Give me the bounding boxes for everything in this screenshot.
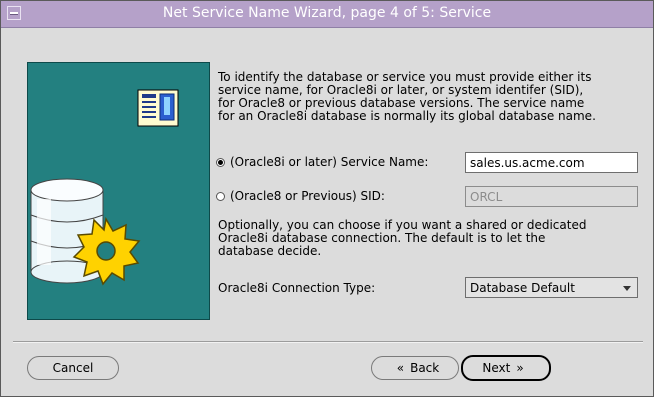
titlebar: Net Service Name Wizard, page 4 of 5: Se… [1, 1, 653, 28]
service-description: To identify the database or service you … [218, 70, 596, 123]
cancel-label: Cancel [52, 361, 94, 375]
sid-option[interactable]: (Oracle8 or Previous) SID: [216, 186, 385, 206]
connection-description: Optionally, you can choose if you want a… [218, 218, 587, 258]
sid-label: (Oracle8 or Previous) SID: [230, 189, 385, 203]
connection-type-select[interactable]: Database Default [465, 277, 638, 298]
separator [13, 341, 643, 343]
service-name-label: (Oracle8i or later) Service Name: [230, 155, 429, 169]
cancel-button[interactable]: Cancel [27, 356, 119, 380]
back-arrow-icon: « [396, 361, 405, 375]
next-button[interactable]: Next » [461, 355, 551, 381]
sid-radio[interactable] [216, 191, 225, 201]
wizard-image-panel [27, 62, 210, 320]
sid-input [465, 186, 638, 207]
service-name-input[interactable] [465, 152, 638, 173]
service-name-radio[interactable] [216, 157, 225, 167]
service-name-option[interactable]: (Oracle8i or later) Service Name: [216, 152, 428, 172]
window-title: Net Service Name Wizard, page 4 of 5: Se… [162, 5, 492, 21]
next-arrow-icon: » [516, 361, 524, 375]
back-label: Back [410, 361, 440, 375]
dropdown-arrow-icon [623, 286, 631, 291]
next-label: Next [482, 361, 511, 375]
database-illustration [30, 89, 179, 286]
wizard-window: Net Service Name Wizard, page 4 of 5: Se… [0, 0, 654, 397]
connection-type-value: Database Default [470, 280, 575, 295]
connection-type-label: Oracle8i Connection Type: [218, 281, 376, 295]
back-button[interactable]: « Back [371, 356, 459, 380]
document-icon [137, 89, 179, 127]
